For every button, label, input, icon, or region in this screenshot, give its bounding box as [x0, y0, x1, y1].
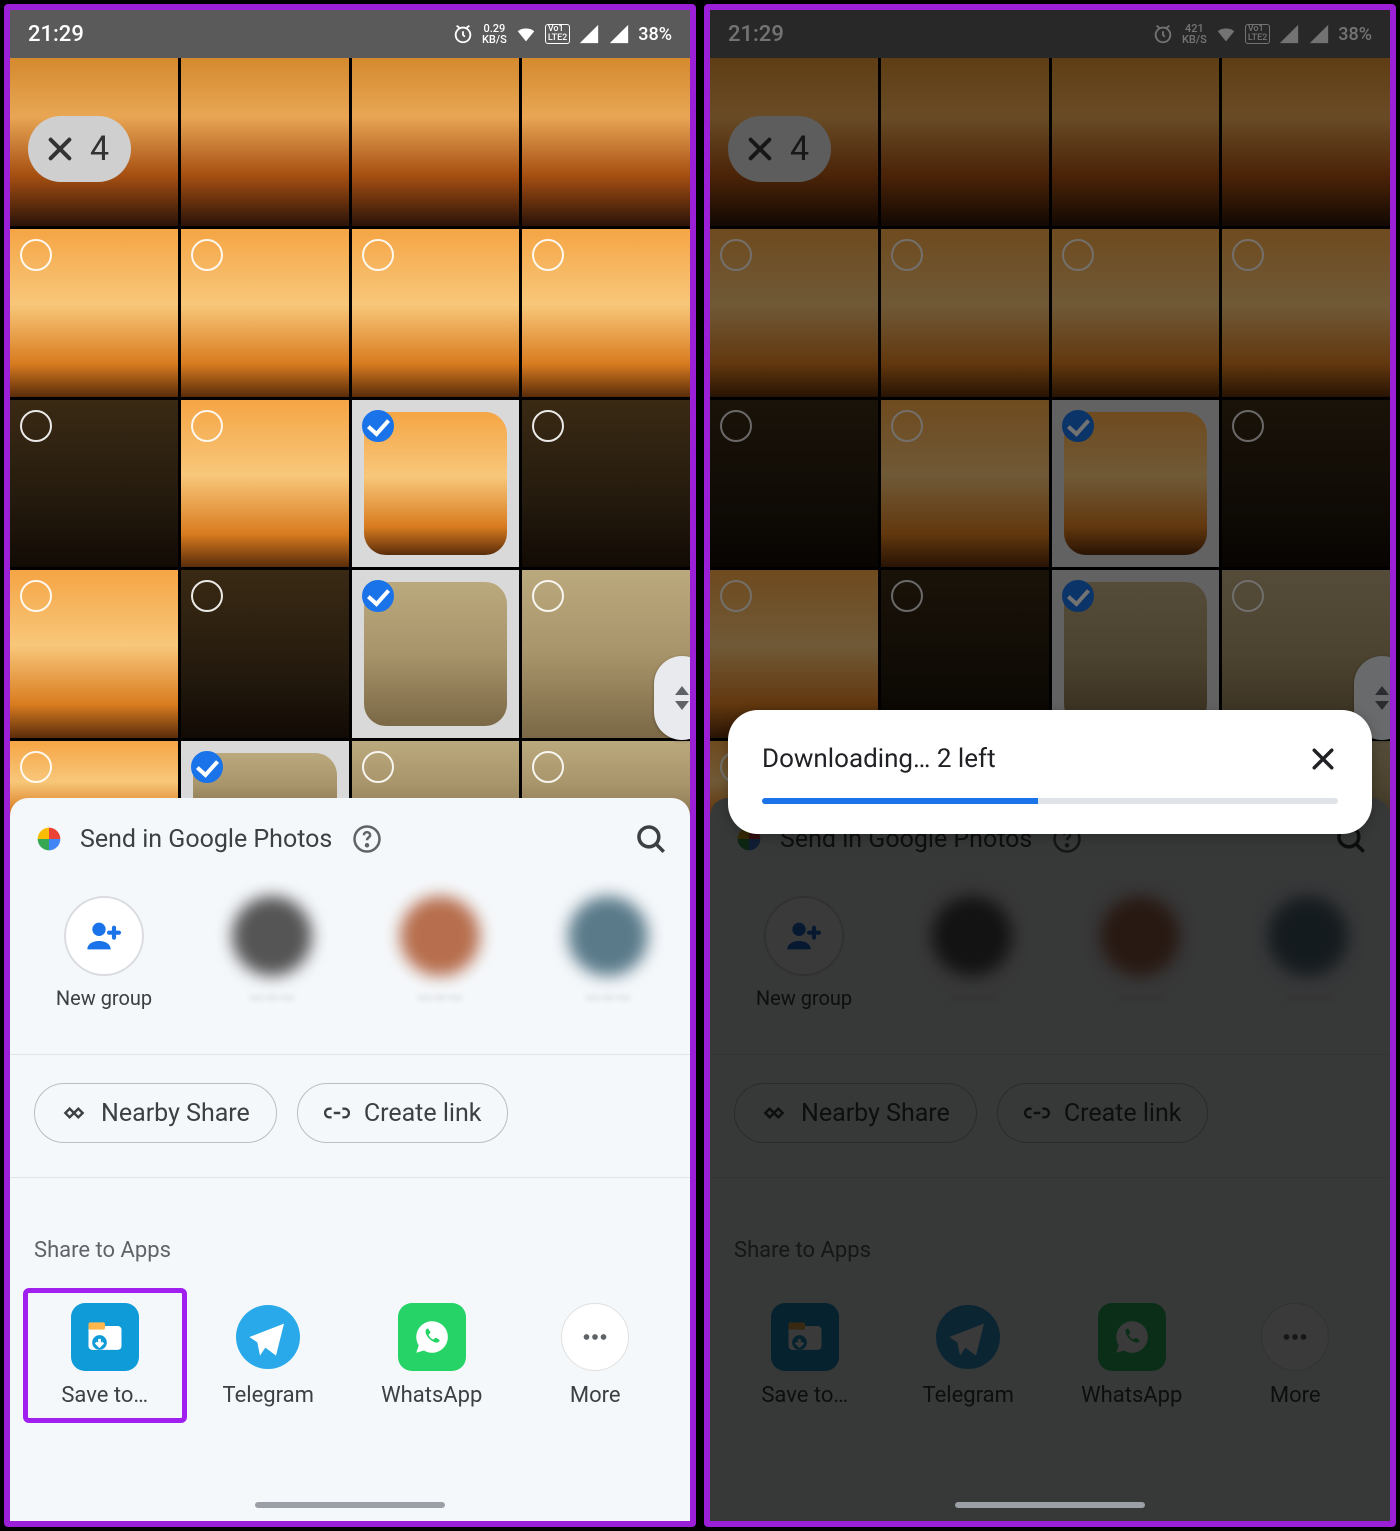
- signal-icon-1: [578, 23, 600, 45]
- selection-count-chip[interactable]: 4: [28, 116, 131, 182]
- app-icon-telegram: [234, 1303, 302, 1371]
- nav-bar[interactable]: [710, 1493, 1390, 1517]
- app-telegram[interactable]: Telegram: [192, 1293, 346, 1418]
- thumb[interactable]: [522, 229, 690, 397]
- app-label: More: [570, 1383, 621, 1408]
- select-circle[interactable]: [20, 239, 52, 271]
- help-icon[interactable]: [352, 824, 382, 854]
- select-circle[interactable]: [191, 410, 223, 442]
- sheet-title: Send in Google Photos: [80, 825, 332, 854]
- thumb[interactable]: [10, 570, 178, 738]
- select-circle[interactable]: [362, 751, 394, 783]
- thumb[interactable]: [10, 229, 178, 397]
- select-circle[interactable]: [191, 239, 223, 271]
- thumb[interactable]: [522, 58, 690, 226]
- sheet-header: Send in Google Photos: [10, 798, 690, 866]
- progress-bar: [762, 798, 1338, 804]
- divider: [10, 1177, 690, 1178]
- divider: [10, 1054, 690, 1055]
- select-circle[interactable]: [532, 410, 564, 442]
- app-label: WhatsApp: [381, 1383, 482, 1408]
- select-circle-checked[interactable]: [362, 410, 394, 442]
- thumb[interactable]: [352, 58, 520, 226]
- select-circle[interactable]: [532, 751, 564, 783]
- scroll-handle[interactable]: [654, 656, 696, 740]
- toast-text: Downloading… 2 left: [762, 744, 996, 774]
- selection-count: 4: [90, 129, 109, 169]
- phone-right: 21:29 421KB/S Vo1LTE2 38%: [704, 4, 1396, 1527]
- new-group-label: New group: [56, 986, 152, 1010]
- contacts-row: New group ——— ——— ———: [10, 866, 690, 1020]
- thumb[interactable]: [352, 229, 520, 397]
- chip-label: Nearby Share: [101, 1099, 250, 1128]
- contact-name: ———: [249, 986, 296, 1010]
- share-sheet: Send in Google Photos New group ——— ——— …: [10, 798, 690, 1521]
- contact[interactable]: ———: [202, 896, 342, 1010]
- select-circle[interactable]: [20, 410, 52, 442]
- avatar: [568, 896, 648, 976]
- nearby-share-chip[interactable]: Nearby Share: [34, 1083, 277, 1143]
- phone-left: 21:29 0.29KB/S Vo1LTE2 38%: [4, 4, 696, 1527]
- contact[interactable]: ———: [370, 896, 510, 1010]
- avatar: [232, 896, 312, 976]
- app-more[interactable]: More: [519, 1293, 673, 1418]
- select-circle[interactable]: [532, 580, 564, 612]
- chip-label: Create link: [364, 1099, 482, 1128]
- contact-name: ———: [417, 986, 464, 1010]
- google-photos-icon: [32, 822, 66, 856]
- photos-grid-wrap: 4: [10, 58, 690, 831]
- select-circle-checked[interactable]: [362, 580, 394, 612]
- app-label: Telegram: [223, 1383, 314, 1408]
- select-circle[interactable]: [191, 580, 223, 612]
- share-apps-label: Share to Apps: [10, 1206, 690, 1281]
- new-group-icon: [64, 896, 144, 976]
- nav-bar[interactable]: [10, 1493, 690, 1517]
- thumb-selected[interactable]: [352, 570, 520, 738]
- progress-fill: [762, 798, 1038, 804]
- create-link-chip[interactable]: Create link: [297, 1083, 509, 1143]
- contact[interactable]: ———: [538, 896, 678, 1010]
- chips-row: Nearby Share Create link: [10, 1083, 690, 1143]
- more-icon: [561, 1303, 629, 1371]
- select-circle[interactable]: [362, 239, 394, 271]
- chevron-down-icon: [675, 701, 689, 710]
- thumb[interactable]: [181, 58, 349, 226]
- select-circle-checked[interactable]: [191, 751, 223, 783]
- alarm-icon: [452, 23, 474, 45]
- select-circle[interactable]: [20, 580, 52, 612]
- thumb[interactable]: [522, 400, 690, 568]
- avatar: [400, 896, 480, 976]
- search-icon[interactable]: [634, 822, 668, 856]
- thumb[interactable]: [181, 400, 349, 568]
- signal-icon-2: [608, 23, 630, 45]
- link-icon: [324, 1100, 350, 1126]
- app-icon-folder: [71, 1303, 139, 1371]
- download-toast: Downloading… 2 left: [728, 710, 1372, 834]
- chevron-up-icon: [675, 686, 689, 695]
- thumb[interactable]: [10, 400, 178, 568]
- wifi-icon: [515, 23, 537, 45]
- app-whatsapp[interactable]: WhatsApp: [355, 1293, 509, 1418]
- status-battery: 38%: [638, 24, 672, 45]
- contact-name: ———: [585, 986, 632, 1010]
- nearby-share-icon: [61, 1100, 87, 1126]
- close-icon[interactable]: [44, 133, 76, 165]
- status-right: 0.29KB/S Vo1LTE2 38%: [452, 23, 672, 45]
- select-circle[interactable]: [532, 239, 564, 271]
- select-circle[interactable]: [20, 751, 52, 783]
- close-icon[interactable]: [1308, 744, 1338, 774]
- new-group-button[interactable]: New group: [34, 896, 174, 1010]
- net-speed: 0.29KB/S: [482, 23, 507, 45]
- app-icon-whatsapp: [398, 1303, 466, 1371]
- thumb[interactable]: [181, 229, 349, 397]
- status-bar: 21:29 0.29KB/S Vo1LTE2 38%: [10, 10, 690, 58]
- apps-row: Save to… Telegram WhatsApp More: [10, 1281, 690, 1418]
- thumb[interactable]: [181, 570, 349, 738]
- lte-badge: Vo1LTE2: [545, 24, 570, 44]
- app-label: Save to…: [61, 1383, 148, 1408]
- thumb-selected[interactable]: [352, 400, 520, 568]
- app-save-to[interactable]: Save to…: [23, 1288, 187, 1423]
- status-time: 21:29: [28, 22, 84, 47]
